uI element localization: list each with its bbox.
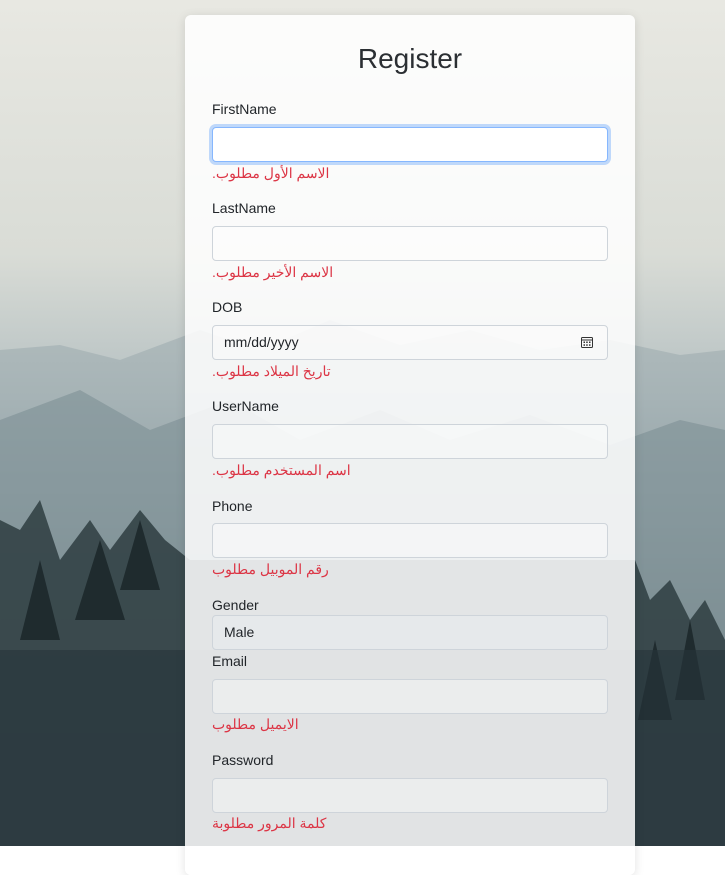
username-input[interactable] — [212, 424, 608, 459]
register-card: Register FirstName .الاسم الأول مطلوب La… — [185, 15, 635, 875]
username-error: .اسم المستخدم مطلوب — [212, 462, 351, 478]
username-label: UserName — [212, 398, 279, 414]
firstname-label: FirstName — [212, 101, 277, 117]
dob-input[interactable]: mm/dd/yyyy — [212, 325, 608, 360]
lastname-error: .الاسم الأخير مطلوب — [212, 264, 334, 280]
gender-select[interactable]: Male — [212, 615, 608, 650]
gender-value: Male — [224, 624, 255, 640]
firstname-error: .الاسم الأول مطلوب — [212, 165, 330, 181]
lastname-input[interactable] — [212, 226, 608, 261]
password-input[interactable] — [212, 778, 608, 813]
gender-label: Gender — [212, 597, 259, 613]
email-error: الايميل مطلوب — [212, 716, 299, 732]
password-label: Password — [212, 752, 274, 768]
page-title: Register — [357, 43, 463, 74]
password-error: كلمة المرور مطلوبة — [212, 815, 327, 831]
dob-error: .تاريخ الميلاد مطلوب — [212, 363, 331, 379]
lastname-label: LastName — [212, 200, 276, 216]
email-input[interactable] — [212, 679, 608, 714]
phone-label: Phone — [212, 498, 253, 514]
firstname-input[interactable] — [212, 127, 608, 162]
email-label: Email — [212, 653, 248, 669]
dob-label: DOB — [212, 299, 243, 315]
dob-value: mm/dd/yyyy — [224, 334, 299, 350]
phone-input[interactable] — [212, 523, 608, 558]
calendar-icon[interactable] — [581, 336, 593, 348]
phone-error: رقم الموبيل مطلوب — [212, 561, 329, 577]
